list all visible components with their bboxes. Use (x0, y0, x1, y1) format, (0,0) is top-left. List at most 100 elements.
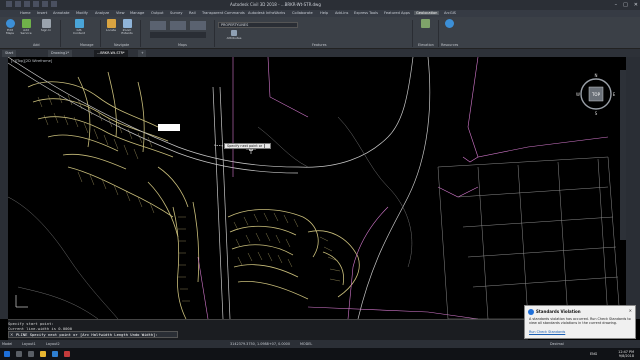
notification-close-icon[interactable]: ✕ (629, 308, 632, 313)
map-dropdown[interactable] (150, 32, 206, 38)
new-icon[interactable] (15, 1, 21, 7)
tab-arcgis[interactable]: ArcGIS (444, 11, 456, 15)
panel-title-features: Features (312, 43, 327, 47)
doc-tab-drawing1[interactable]: Drawing1* (48, 50, 72, 57)
start-icon[interactable] (4, 351, 10, 357)
tab-express-tools[interactable]: Express Tools (354, 11, 378, 15)
compass-east[interactable]: E (613, 92, 616, 97)
feature-layer-select[interactable]: PROPERTYLINES (218, 22, 298, 28)
dynamic-input-tooltip: Specify next point or (224, 143, 266, 149)
tab-add-ins[interactable]: Add-ins (335, 11, 348, 15)
panel-separator (438, 20, 439, 47)
right-palette[interactable] (626, 57, 640, 319)
units-display[interactable]: Decimal (550, 342, 564, 346)
tab-insert[interactable]: Insert (37, 11, 47, 15)
doc-tab-active[interactable]: ...BRKR-Wt-STR* (94, 50, 128, 57)
ribbon-panel: Edit Maps Add Service Sign In GIS Conten… (0, 17, 640, 49)
tab-infraworks[interactable]: Autodesk InfraWorks (248, 11, 285, 15)
minimize-button[interactable]: – (615, 2, 618, 8)
model-space-toggle[interactable]: MODEL (300, 342, 312, 346)
task-view-icon[interactable] (28, 351, 34, 357)
search-icon[interactable] (16, 351, 22, 357)
doc-tab-start[interactable]: Start (2, 50, 17, 57)
map-thumb[interactable] (190, 21, 206, 30)
tab-view[interactable]: View (116, 11, 125, 15)
tab-output[interactable]: Output (151, 11, 163, 15)
standards-violation-notification[interactable]: Standards Violation ✕ A standards violat… (524, 305, 636, 339)
edit-maps-button[interactable]: Edit Maps (3, 19, 17, 36)
viewcube[interactable]: TOP N S E W (576, 70, 616, 118)
panel-title-elevation: Elevation (418, 43, 434, 47)
panel-title-maps: Maps (178, 43, 187, 47)
add-service-icon (21, 19, 31, 28)
map-thumb[interactable] (150, 21, 166, 30)
globe-icon (5, 19, 15, 28)
gis-content-icon (74, 19, 84, 28)
tab-collaborate[interactable]: Collaborate (292, 11, 313, 15)
drawing-canvas[interactable]: [–][Top][2D Wireframe] (8, 57, 620, 319)
status-bar: Model Layout1 Layout2 3142379.3750, 1.09… (0, 340, 640, 348)
locate-icon (106, 19, 116, 28)
save-icon[interactable] (33, 1, 39, 7)
compass-south[interactable]: S (595, 111, 598, 116)
layout-tab-layout1[interactable]: Layout1 (22, 342, 36, 346)
file-explorer-icon[interactable] (40, 351, 46, 357)
tab-home[interactable]: Home (20, 11, 31, 15)
open-icon[interactable] (24, 1, 30, 7)
dynamic-input-field[interactable] (264, 143, 271, 149)
civil3d-taskbar-icon[interactable] (64, 351, 70, 357)
parcel-boundaries (197, 57, 609, 319)
tab-rail[interactable]: Rail (189, 11, 196, 15)
elevation-button[interactable] (417, 19, 433, 28)
help-icon (444, 19, 454, 28)
resources-button[interactable] (441, 19, 457, 28)
attributes-button[interactable]: Attributes (224, 30, 244, 40)
tab-analyze[interactable]: Analyze (95, 11, 109, 15)
language-indicator[interactable]: ENG (590, 352, 597, 356)
panel-title-resources: Resources (441, 43, 459, 47)
ucs-icon (15, 295, 28, 308)
viewport-controls[interactable]: [–][Top][2D Wireframe] (11, 59, 52, 63)
run-check-standards-link[interactable]: Run Check Standards (529, 330, 565, 334)
tab-manage[interactable]: Manage (130, 11, 144, 15)
layout-tab-model[interactable]: Model (2, 342, 12, 346)
sign-in-icon (41, 19, 51, 28)
parcel-grid-east (437, 156, 620, 319)
title-bar: Autodesk Civil 3D 2018 - ...BRKR-Wt-STR.… (0, 0, 640, 10)
compass-west[interactable]: W (576, 92, 580, 97)
maximize-button[interactable]: □ (623, 2, 628, 8)
sign-in-button[interactable]: Sign In (37, 19, 55, 32)
window-title: Autodesk Civil 3D 2018 - ...BRKR-Wt-STR.… (230, 2, 321, 7)
tab-geolocation[interactable]: Geolocation (414, 11, 440, 15)
document-tabs: Start Drawing1* ...BRKR-Wt-STR* + (0, 49, 640, 57)
map-thumb[interactable] (170, 21, 186, 30)
windows-taskbar: ENG 12:47 PM 9/8/2018 (0, 348, 640, 360)
tab-help[interactable]: Help (320, 11, 328, 15)
browser-icon[interactable] (52, 351, 58, 357)
left-palette[interactable] (0, 57, 8, 319)
redo-icon[interactable] (51, 1, 57, 7)
subdivision-south (172, 201, 360, 319)
tab-transparent-commands[interactable]: Transparent Commands (202, 11, 245, 15)
layout-tab-layout2[interactable]: Layout2 (46, 342, 60, 346)
maps-gallery[interactable] (150, 21, 210, 41)
elevation-icon (420, 19, 430, 28)
undo-icon[interactable] (42, 1, 48, 7)
tab-featured-apps[interactable]: Featured Apps (384, 11, 410, 15)
compass-north[interactable]: N (595, 73, 598, 78)
add-service-button[interactable]: Add Service (18, 19, 34, 36)
gis-content-button[interactable]: GIS Content (72, 19, 86, 36)
taskbar-clock[interactable]: 12:47 PM 9/8/2018 (618, 350, 634, 358)
coordinate-readout[interactable]: 3142379.3750, 1.0988+07, 0.0000 (230, 342, 290, 346)
close-button[interactable]: ✕ (634, 2, 638, 8)
new-tab-button[interactable]: + (138, 50, 146, 57)
tab-annotate[interactable]: Annotate (53, 11, 69, 15)
command-close-icon[interactable]: ✕ (10, 332, 13, 337)
tab-modify[interactable]: Modify (76, 11, 88, 15)
app-menu-icon[interactable] (6, 1, 12, 7)
locate-button[interactable]: Locate (104, 19, 118, 32)
tab-survey[interactable]: Survey (170, 11, 183, 15)
zoom-extents-button[interactable]: Zoom Extents (119, 19, 135, 36)
drawing-svg (8, 57, 620, 319)
notification-title: Standards Violation (536, 309, 581, 314)
